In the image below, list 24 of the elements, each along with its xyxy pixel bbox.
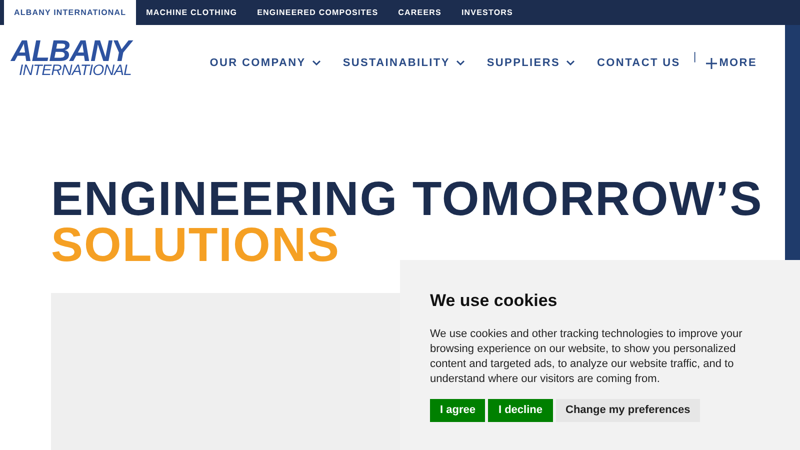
nav-separator: |	[692, 50, 698, 65]
logo-wordmark: ALBANY	[11, 39, 132, 64]
consent-button[interactable]: I decline	[488, 398, 552, 422]
hero-title: ENGINEERING TOMORROW’S	[51, 177, 764, 224]
plus-icon	[706, 58, 718, 69]
site-tab[interactable]: ALBANY INTERNATIONAL	[4, 0, 136, 25]
cookie-text: We use cookies and other tracking technologies to improve your browsing experience on our website, to show you personalized content and targeted ads, to analyze our website traffic, and to understand where our visitors are coming from.	[430, 326, 744, 386]
site-tab[interactable]: INVESTORS	[451, 0, 523, 25]
nav-menu[interactable]: SUSTAINABILITY	[332, 49, 476, 78]
nav-menu[interactable]: OUR COMPANY	[198, 49, 332, 78]
logo-subtitle: INTERNATIONAL	[19, 64, 132, 78]
chevron-down-icon	[456, 60, 465, 66]
site-tab[interactable]: MACHINE CLOTHING	[136, 0, 248, 25]
nav-link[interactable]: MORE	[698, 49, 768, 78]
hero-subtitle: SOLUTIONS	[51, 223, 342, 270]
nav-link[interactable]: CONTACT US	[586, 49, 692, 78]
site-tab[interactable]: CAREERS	[388, 0, 452, 25]
nav-menu[interactable]: SUPPLIERS	[476, 49, 586, 78]
site-tab[interactable]: ENGINEERED COMPOSITES	[247, 0, 388, 25]
cookie-title: We use cookies	[430, 290, 558, 312]
chevron-down-icon	[312, 60, 321, 66]
consent-button[interactable]: I agree	[430, 398, 486, 422]
preferences-button[interactable]: Change my preferences	[556, 398, 700, 422]
chevron-down-icon	[566, 60, 576, 66]
